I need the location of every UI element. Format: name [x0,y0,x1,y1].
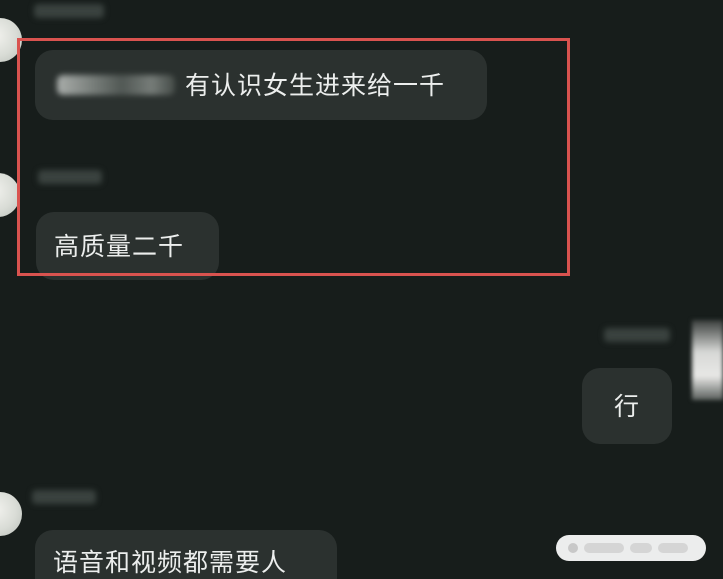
message-bubble[interactable]: 有认识女生进来给一千 [35,50,487,120]
avatar[interactable] [0,492,22,536]
message-text: 有认识女生进来给一千 [185,70,446,100]
sender-name-blurred [38,170,102,184]
message-bubble[interactable]: 语音和视频都需要人 [35,530,337,579]
message-bubble[interactable]: 行 [582,368,672,444]
watermark-bar [658,543,688,553]
avatar[interactable] [0,18,22,62]
message-text: 行 [613,391,640,421]
avatar[interactable] [0,173,20,217]
avatar[interactable] [692,320,723,400]
message-text: 高质量二千 [54,231,185,261]
watermark-logo-icon [568,543,578,553]
message-bubble[interactable]: 高质量二千 [36,212,219,280]
watermark [556,535,706,561]
message-text: 语音和视频都需要人 [53,548,288,577]
watermark-bar [584,543,624,553]
watermark-bar [630,543,652,553]
sender-name-blurred [604,328,670,342]
sender-name-blurred [34,4,104,18]
sender-name-blurred [32,490,96,504]
mention-blurred [57,75,175,95]
